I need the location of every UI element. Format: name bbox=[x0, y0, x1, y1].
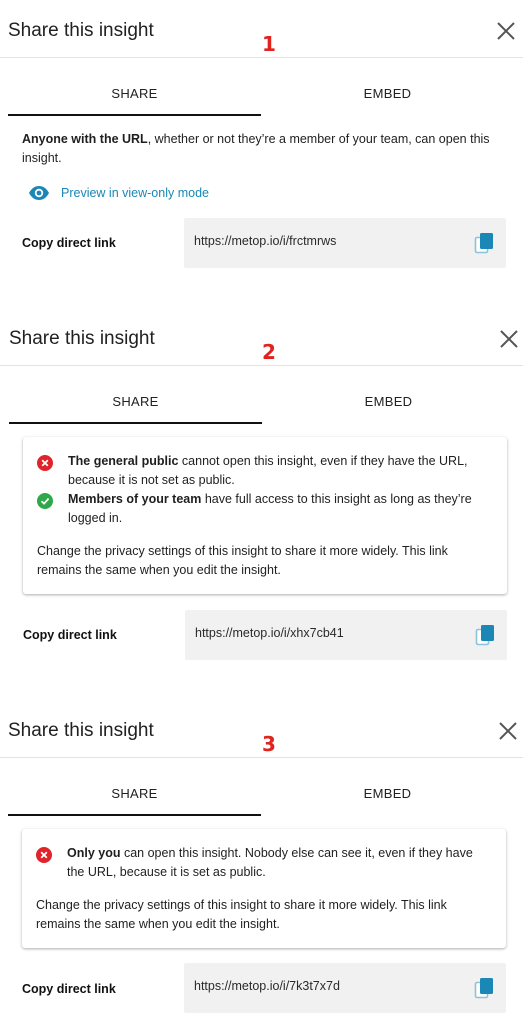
tab-bar: SHARE EMBED bbox=[8, 74, 514, 116]
description-bold: Anyone with the URL bbox=[22, 132, 148, 146]
tab-share[interactable]: SHARE bbox=[8, 774, 261, 816]
access-bold: Members of your team bbox=[68, 492, 202, 506]
copy-icon[interactable] bbox=[474, 977, 496, 1001]
panel-title: Share this insight bbox=[9, 328, 155, 349]
privacy-info-card: The general public cannot open this insi… bbox=[23, 437, 507, 594]
panel-title: Share this insight bbox=[8, 20, 154, 41]
preview-label: Preview in view-only mode bbox=[61, 186, 209, 200]
copy-icon[interactable] bbox=[474, 232, 496, 256]
tab-bar: SHARE EMBED bbox=[9, 382, 515, 424]
panel-title: Share this insight bbox=[8, 720, 154, 741]
tab-share[interactable]: SHARE bbox=[9, 382, 262, 424]
access-text: Members of your team have full access to… bbox=[68, 490, 488, 528]
copy-direct-link-label: Copy direct link bbox=[22, 982, 116, 996]
direct-link-url: https://metop.io/i/7k3t7x7d bbox=[194, 979, 340, 993]
copy-direct-link-label: Copy direct link bbox=[22, 236, 116, 250]
privacy-note: Change the privacy settings of this insi… bbox=[36, 898, 447, 931]
direct-link-url: https://metop.io/i/frctmrws bbox=[194, 234, 337, 248]
check-circle-icon bbox=[37, 493, 53, 509]
copy-icon[interactable] bbox=[475, 624, 497, 648]
tab-bar: SHARE EMBED bbox=[8, 774, 514, 816]
tab-embed[interactable]: EMBED bbox=[261, 774, 514, 816]
step-number: 3 bbox=[262, 732, 276, 756]
tab-embed[interactable]: EMBED bbox=[261, 74, 514, 116]
panel-header: Share this insight 1 bbox=[0, 0, 523, 58]
tab-embed[interactable]: EMBED bbox=[262, 382, 515, 424]
direct-link-field[interactable]: https://metop.io/i/xhx7cb41 bbox=[185, 610, 507, 660]
share-panel-2: Share this insight 2 SHARE EMBED The gen… bbox=[0, 308, 523, 700]
close-icon[interactable] bbox=[497, 720, 519, 742]
copy-direct-link-label: Copy direct link bbox=[23, 628, 117, 642]
preview-view-only-link[interactable]: Preview in view-only mode bbox=[28, 183, 209, 203]
access-bold: Only you bbox=[67, 846, 121, 860]
close-icon[interactable] bbox=[498, 328, 520, 350]
direct-link-field[interactable]: https://metop.io/i/frctmrws bbox=[184, 218, 506, 268]
share-description: Anyone with the URL, whether or not they… bbox=[22, 130, 492, 168]
privacy-info-card: Only you can open this insight. Nobody e… bbox=[22, 829, 506, 948]
tab-share[interactable]: SHARE bbox=[8, 74, 261, 116]
step-number: 1 bbox=[262, 32, 276, 56]
access-text: The general public cannot open this insi… bbox=[68, 452, 488, 490]
step-number: 2 bbox=[262, 340, 276, 364]
share-panel-1: Share this insight 1 SHARE EMBED Anyone … bbox=[0, 0, 523, 308]
panel-header: Share this insight 2 bbox=[0, 308, 523, 366]
access-text: Only you can open this insight. Nobody e… bbox=[67, 844, 487, 882]
panel-header: Share this insight 3 bbox=[0, 700, 523, 758]
access-rest: can open this insight. Nobody else can s… bbox=[67, 846, 473, 879]
direct-link-url: https://metop.io/i/xhx7cb41 bbox=[195, 626, 344, 640]
close-icon[interactable] bbox=[495, 20, 517, 42]
x-circle-icon bbox=[37, 455, 53, 471]
access-bold: The general public bbox=[68, 454, 179, 468]
share-panel-3: Share this insight 3 SHARE EMBED Only yo… bbox=[0, 700, 523, 1030]
privacy-note: Change the privacy settings of this insi… bbox=[37, 544, 448, 577]
eye-icon bbox=[29, 186, 49, 200]
x-circle-icon bbox=[36, 847, 52, 863]
direct-link-field[interactable]: https://metop.io/i/7k3t7x7d bbox=[184, 963, 506, 1013]
